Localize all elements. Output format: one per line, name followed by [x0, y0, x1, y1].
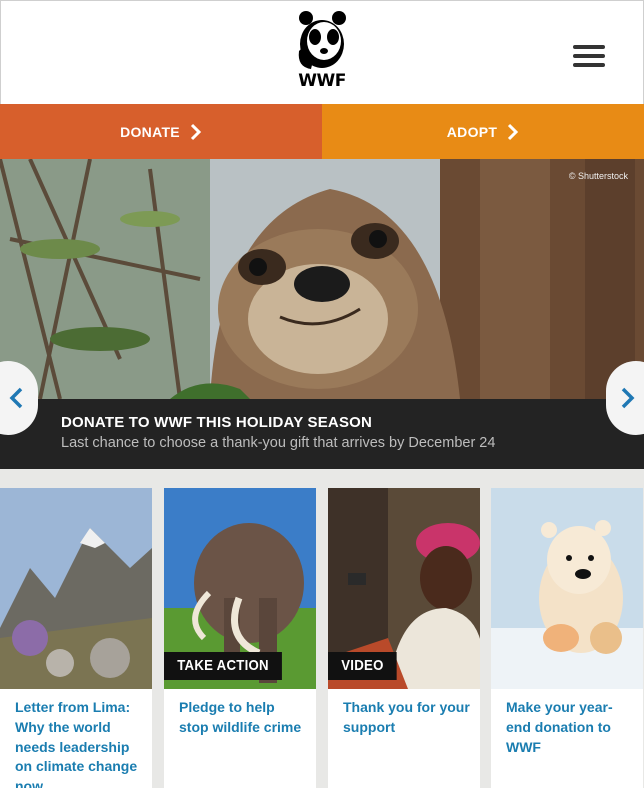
card-text[interactable]: Make your year-end donation to WWF [506, 698, 634, 757]
hamburger-menu-icon[interactable] [573, 45, 605, 69]
logo-text: WWF [298, 71, 346, 91]
hero-slider[interactable]: © Shutterstock DONATE TO WWF THIS HOLIDA… [0, 159, 644, 469]
chevron-left-icon [9, 387, 23, 409]
hero-subtitle: Last chance to choose a thank-you gift t… [61, 435, 496, 451]
chevron-right-icon [621, 387, 635, 409]
mountains-image [0, 488, 152, 689]
photo-credit: © Shutterstock [568, 171, 628, 181]
card-text[interactable]: Thank you for your support [343, 698, 471, 738]
chevron-right-icon [190, 123, 202, 140]
feature-cards: Letter from Lima: Why the world needs le… [0, 488, 644, 788]
take-action-tag: TAKE ACTION [164, 652, 283, 680]
card-text[interactable]: Pledge to help stop wildlife crime [179, 698, 307, 738]
wwf-logo[interactable]: WWF [293, 11, 353, 93]
hero-caption[interactable]: DONATE TO WWF THIS HOLIDAY SEASON Last c… [0, 399, 644, 469]
donate-label: DONATE [120, 123, 180, 140]
site-header: WWF [0, 0, 644, 104]
polar-bear-image [491, 488, 643, 689]
card-thank-you-video[interactable]: VIDEO Thank you for your support [328, 488, 480, 788]
card-year-end-donation[interactable]: Make your year-end donation to WWF [491, 488, 643, 788]
video-tag: VIDEO [328, 652, 397, 680]
panda-icon [298, 11, 346, 69]
card-letter-from-lima[interactable]: Letter from Lima: Why the world needs le… [0, 488, 152, 788]
card-text[interactable]: Letter from Lima: Why the world needs le… [15, 698, 143, 788]
hero-title[interactable]: DONATE TO WWF THIS HOLIDAY SEASON [61, 414, 372, 431]
sloth-hero-image [0, 159, 644, 399]
chevron-right-icon [508, 123, 519, 140]
donate-button[interactable]: DONATE [0, 104, 322, 159]
card-pledge-wildlife-crime[interactable]: TAKE ACTION Pledge to help stop wildlife… [164, 488, 316, 788]
cta-bar: DONATE ADOPT [0, 104, 644, 159]
adopt-button[interactable]: ADOPT [322, 104, 644, 159]
adopt-label: ADOPT [446, 123, 498, 140]
